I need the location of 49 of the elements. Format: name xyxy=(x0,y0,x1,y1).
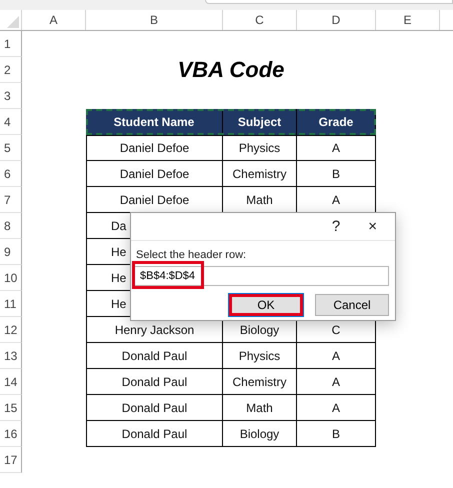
table-cell: Math xyxy=(223,395,297,421)
table-cell: A xyxy=(297,343,376,369)
table-cell: B xyxy=(297,421,376,447)
table-cell: Donald Paul xyxy=(86,343,223,369)
column-header[interactable]: D xyxy=(297,10,376,30)
table-cell: A xyxy=(297,135,376,161)
row-number[interactable]: 17 xyxy=(0,447,22,473)
row-number[interactable]: 11 xyxy=(0,291,22,317)
table-cell: Daniel Defoe xyxy=(86,161,223,187)
row-number[interactable]: 9 xyxy=(0,239,22,265)
row-number[interactable]: 7 xyxy=(0,187,22,213)
help-button[interactable]: ? xyxy=(332,218,340,235)
ok-button[interactable]: OK xyxy=(229,294,303,316)
table-cell: Chemistry xyxy=(223,161,297,187)
row-number[interactable]: 15 xyxy=(0,395,22,421)
column-header[interactable]: B xyxy=(86,10,223,30)
row-number[interactable]: 2 xyxy=(0,57,22,83)
row-number[interactable]: 13 xyxy=(0,343,22,369)
row-number[interactable]: 4 xyxy=(0,109,22,135)
table-cell: A xyxy=(297,369,376,395)
table-cell: Donald Paul xyxy=(86,421,223,447)
range-input-field[interactable]: $B$4:$D$4 xyxy=(133,266,389,286)
row-number[interactable]: 14 xyxy=(0,369,22,395)
table-cell: Daniel Defoe xyxy=(86,135,223,161)
row-number[interactable]: 8 xyxy=(0,213,22,239)
table-cell: Donald Paul xyxy=(86,369,223,395)
column-header[interactable]: C xyxy=(223,10,297,30)
row-number[interactable]: 16 xyxy=(0,421,22,447)
close-button[interactable]: × xyxy=(368,218,377,235)
cancel-button[interactable]: Cancel xyxy=(315,294,389,316)
row-number[interactable]: 3 xyxy=(0,83,22,109)
column-header[interactable]: E xyxy=(376,10,440,30)
header-cell: Subject xyxy=(223,109,297,135)
table-cell: A xyxy=(297,395,376,421)
row-number[interactable]: 12 xyxy=(0,317,22,343)
row-number[interactable]: 1 xyxy=(0,31,22,57)
header-cell: Student Name xyxy=(86,109,223,135)
row-number[interactable]: 6 xyxy=(0,161,22,187)
table-cell: Physics xyxy=(223,343,297,369)
column-header[interactable]: A xyxy=(22,10,86,30)
table-cell: Donald Paul xyxy=(86,395,223,421)
table-cell: Biology xyxy=(223,421,297,447)
sheet-title: VBA Code xyxy=(176,57,286,83)
table-cell: Chemistry xyxy=(223,369,297,395)
row-number[interactable]: 10 xyxy=(0,265,22,291)
header-cell: Grade xyxy=(297,109,376,135)
row-number[interactable]: 5 xyxy=(0,135,22,161)
table-cell: Physics xyxy=(223,135,297,161)
table-cell: B xyxy=(297,161,376,187)
